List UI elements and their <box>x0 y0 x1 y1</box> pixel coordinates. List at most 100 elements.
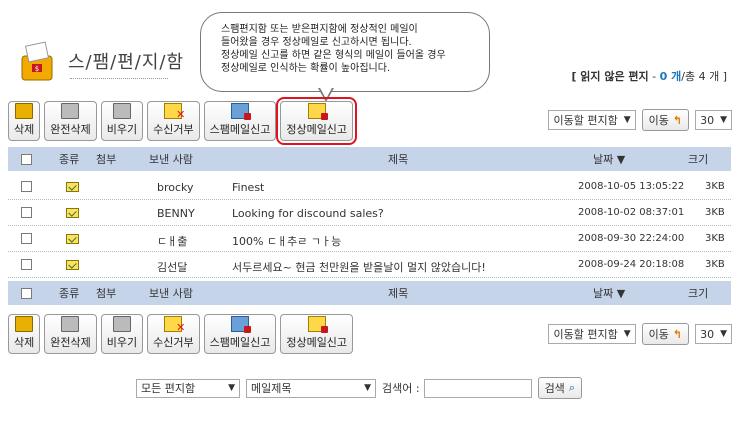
normal-report-icon <box>307 316 328 333</box>
row-sender[interactable]: 김선달 <box>157 259 187 275</box>
read-mail-icon <box>66 260 79 270</box>
move-folder-value: 이동할 편지함 <box>553 328 618 341</box>
chevron-down-icon: ▼ <box>720 329 727 339</box>
chevron-down-icon: ▼ <box>364 383 371 393</box>
row-subject[interactable]: 100% ㄷㅐ추ㄹ ㄱㅏ능 <box>232 233 341 249</box>
row-checkbox[interactable] <box>21 181 32 192</box>
row-checkbox[interactable] <box>21 233 32 244</box>
move-label: 이동 <box>648 328 669 341</box>
search-input[interactable] <box>423 378 532 398</box>
bottom-toolbar: 삭제 완전삭제 비우기 ✕ 수신거부 스팸메일신고 정상메일신고 <box>8 314 357 354</box>
row-date: 2008-09-30 22:24:00 <box>578 233 685 244</box>
move-arrow-icon: ↰ <box>672 113 683 127</box>
sender-header: 보낸 사람 <box>149 287 193 300</box>
page-title: 스/팸/편/지/함 <box>68 52 185 73</box>
spam-report-button[interactable]: 스팸메일신고 <box>203 101 277 141</box>
read-mail-icon <box>66 234 79 244</box>
spam-report-icon <box>230 316 251 333</box>
select-all-checkbox[interactable] <box>21 287 32 299</box>
page-size-value: 30 <box>700 327 715 341</box>
delete-label: 삭제 <box>14 336 35 349</box>
table-row[interactable]: BENNY Looking for discound sales? 2008-1… <box>8 200 731 226</box>
sender-header: 보낸 사람 <box>149 153 193 166</box>
page-size-select[interactable]: 30 ▼ <box>695 324 732 344</box>
page-size-value: 30 <box>700 113 715 127</box>
reject-button[interactable]: ✕ 수신거부 <box>147 101 200 141</box>
chevron-down-icon: ▼ <box>623 329 631 339</box>
date-sort-header[interactable]: 날짜 ▼ <box>593 151 625 167</box>
table-header: 종류 첨부 보낸 사람 제목 날짜 ▼ 크기 <box>8 147 731 171</box>
empty-button[interactable]: 비우기 <box>100 314 144 354</box>
search-folder-select[interactable]: 모든 편지함 ▼ <box>136 378 240 398</box>
row-size: 3KB <box>705 181 725 192</box>
read-mail-icon <box>66 208 79 218</box>
table-footer-header: 종류 첨부 보낸 사람 제목 날짜 ▼ 크기 <box>8 281 731 305</box>
unread-count: 0 개 <box>659 70 682 83</box>
move-folder-select[interactable]: 이동할 편지함 ▼ <box>548 324 636 344</box>
attach-header: 첨부 <box>96 153 117 166</box>
row-subject[interactable]: Finest <box>232 181 264 194</box>
move-button[interactable]: 이동 ↰ <box>641 323 690 345</box>
table-row[interactable]: brocky Finest 2008-10-05 13:05:22 3KB <box>8 174 731 200</box>
table-row[interactable]: 김선달 서두르세요~ 현금 천만원을 받을날이 멀지 않았습니다! 2008-0… <box>8 252 731 278</box>
move-arrow-icon: ↰ <box>672 327 683 341</box>
normal-report-button[interactable]: 정상메일신고 <box>276 97 358 145</box>
subject-header: 제목 <box>388 287 409 300</box>
reject-mail-icon: ✕ <box>164 316 185 333</box>
empty-trash-icon <box>112 316 131 332</box>
table-row[interactable]: ㄷㅐ출 100% ㄷㅐ추ㄹ ㄱㅏ능 2008-09-30 22:24:00 3K… <box>8 226 731 252</box>
move-button[interactable]: 이동 ↰ <box>641 109 690 131</box>
top-move-controls: 이동할 편지함 ▼ 이동 ↰ 30 ▼ <box>548 109 732 131</box>
permanent-delete-label: 완전삭제 <box>50 336 91 349</box>
delete-button[interactable]: 삭제 <box>8 101 41 141</box>
row-date: 2008-10-05 13:05:22 <box>578 181 685 192</box>
tooltip-tail-inner <box>319 86 333 99</box>
delete-label: 삭제 <box>14 123 35 136</box>
chevron-down-icon: ▼ <box>720 115 727 125</box>
search-field-select[interactable]: 메일제목 ▼ <box>246 378 376 398</box>
chevron-down-icon: ▼ <box>228 383 235 393</box>
select-all-checkbox[interactable] <box>21 153 32 165</box>
row-sender[interactable]: ㄷㅐ출 <box>157 233 187 249</box>
chevron-down-icon: ▼ <box>623 115 631 125</box>
normal-report-button[interactable]: 정상메일신고 <box>280 314 354 354</box>
permanent-delete-button[interactable]: 완전삭제 <box>44 314 97 354</box>
permanent-delete-button[interactable]: 완전삭제 <box>44 101 97 141</box>
row-checkbox[interactable] <box>21 259 32 270</box>
move-label: 이동 <box>648 114 669 127</box>
reject-button[interactable]: ✕ 수신거부 <box>147 314 200 354</box>
empty-label: 비우기 <box>106 123 138 136</box>
search-button-label: 검색 <box>544 382 565 395</box>
page-size-select[interactable]: 30 ▼ <box>695 110 732 130</box>
delete-button[interactable]: 삭제 <box>8 314 41 354</box>
read-mail-icon <box>66 182 79 192</box>
row-sender[interactable]: BENNY <box>157 207 195 220</box>
normal-report-icon <box>307 103 328 120</box>
subject-header: 제목 <box>388 153 409 166</box>
summary-dash: - <box>648 70 660 83</box>
attach-header: 첨부 <box>96 287 117 300</box>
reject-mail-icon: ✕ <box>164 103 185 120</box>
row-checkbox[interactable] <box>21 207 32 218</box>
size-header: 크기 <box>688 287 709 300</box>
date-sort-header[interactable]: 날짜 ▼ <box>593 285 625 301</box>
total-count: /총 4 개 ] <box>681 70 727 83</box>
search-bar: 모든 편지함 ▼ 메일제목 ▼ 검색어 : 검색 ⌕ <box>136 377 582 399</box>
move-folder-select[interactable]: 이동할 편지함 ▼ <box>548 110 636 130</box>
kind-header: 종류 <box>59 153 80 166</box>
row-date: 2008-10-02 08:37:01 <box>578 207 685 218</box>
empty-button[interactable]: 비우기 <box>100 101 144 141</box>
row-subject[interactable]: Looking for discound sales? <box>232 207 384 220</box>
empty-label: 비우기 <box>106 336 138 349</box>
search-label: 검색어 : <box>382 382 420 395</box>
svg-text:$: $ <box>35 65 39 73</box>
row-subject[interactable]: 서두르세요~ 현금 천만원을 받을날이 멀지 않았습니다! <box>232 259 486 275</box>
top-toolbar: 삭제 완전삭제 비우기 ✕ 수신거부 스팸메일신고 정상메일신고 <box>8 97 358 145</box>
search-button[interactable]: 검색 ⌕ <box>537 377 582 399</box>
row-size: 3KB <box>705 207 725 218</box>
search-folder-value: 모든 편지함 <box>141 382 196 395</box>
spam-report-button[interactable]: 스팸메일신고 <box>203 314 277 354</box>
row-sender[interactable]: brocky <box>157 181 194 194</box>
search-icon: ⌕ <box>568 381 575 394</box>
title-underline <box>70 78 168 79</box>
